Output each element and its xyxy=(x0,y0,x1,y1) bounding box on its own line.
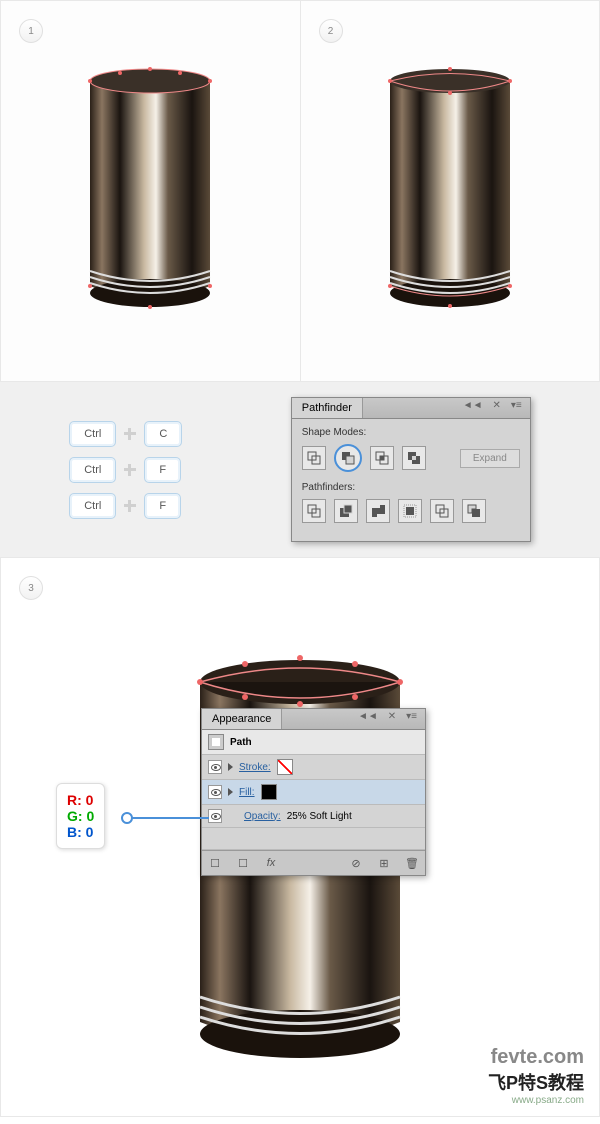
pathfinders-row xyxy=(302,499,520,523)
cylinder-step-2 xyxy=(385,61,515,321)
key-f: F xyxy=(144,493,181,519)
key-ctrl: Ctrl xyxy=(69,457,116,483)
appearance-footer: ☐ ☐ fx ⊘ ⊞ 🗑 xyxy=(202,850,425,875)
close-icon[interactable]: ✕ xyxy=(489,398,505,413)
panel-header: Pathfinder ◄◄ ✕ ▾≡ xyxy=(292,398,530,419)
stroke-row[interactable]: Stroke: xyxy=(202,755,425,780)
intersect-button[interactable] xyxy=(370,446,394,470)
fill-link[interactable]: Fill: xyxy=(239,787,255,798)
shortcuts-and-pathfinder: Ctrl C Ctrl F Ctrl F Pathfinder ◄◄ ✕ ▾≡ … xyxy=(0,382,600,557)
crop-button[interactable] xyxy=(398,499,422,523)
plus-icon xyxy=(122,498,138,514)
collapse-icon[interactable]: ◄◄ xyxy=(459,398,487,413)
clear-icon[interactable]: ⊘ xyxy=(347,855,365,871)
duplicate-icon[interactable]: ⊞ xyxy=(375,855,393,871)
merge-button[interactable] xyxy=(366,499,390,523)
step-number-1: 1 xyxy=(19,19,43,43)
step-number-3: 3 xyxy=(19,576,43,600)
opacity-row[interactable]: Opacity: 25% Soft Light xyxy=(202,805,425,828)
outline-button[interactable] xyxy=(430,499,454,523)
visibility-toggle[interactable] xyxy=(208,785,222,799)
minus-front-button[interactable] xyxy=(334,444,362,472)
plus-icon xyxy=(122,462,138,478)
delete-icon[interactable]: 🗑 xyxy=(403,855,421,871)
pathfinder-panel: Pathfinder ◄◄ ✕ ▾≡ Shape Modes: Expand P… xyxy=(291,397,531,542)
panel-controls: ◄◄ ✕ ▾≡ xyxy=(459,398,526,413)
appearance-target-row: Path xyxy=(202,730,425,755)
unite-button[interactable] xyxy=(302,446,326,470)
visibility-toggle[interactable] xyxy=(208,760,222,774)
shape-modes-label: Shape Modes: xyxy=(302,427,520,438)
panel-controls: ◄◄ ✕ ▾≡ xyxy=(354,709,421,724)
watermark-chinese: 飞P特S教程 xyxy=(488,1069,584,1095)
empty-row xyxy=(202,828,425,850)
add-stroke-icon[interactable]: ☐ xyxy=(234,855,252,871)
close-icon[interactable]: ✕ xyxy=(384,709,400,724)
shape-modes-row: Expand xyxy=(302,444,520,472)
cylinder-step-1 xyxy=(85,61,215,321)
add-fill-icon[interactable]: fx xyxy=(262,855,280,871)
key-ctrl: Ctrl xyxy=(69,421,116,447)
minus-back-button[interactable] xyxy=(462,499,486,523)
path-label: Path xyxy=(230,737,252,748)
menu-icon[interactable]: ▾≡ xyxy=(507,398,526,413)
key-c: C xyxy=(144,421,182,447)
opacity-link[interactable]: Opacity: xyxy=(244,811,281,822)
step-1-cell: 1 xyxy=(1,1,300,381)
pathfinders-label: Pathfinders: xyxy=(302,482,520,493)
step-2-cell: 2 xyxy=(300,1,600,381)
trim-button[interactable] xyxy=(334,499,358,523)
rgb-b: B: 0 xyxy=(67,824,94,840)
opacity-value: 25% Soft Light xyxy=(287,811,352,822)
step-row-1: 1 2 xyxy=(0,0,600,382)
rgb-r: R: 0 xyxy=(67,792,94,808)
key-ctrl: Ctrl xyxy=(69,493,116,519)
fill-swatch[interactable] xyxy=(261,784,277,800)
expand-icon[interactable] xyxy=(228,788,233,796)
watermark-site: fevte.com xyxy=(488,1046,584,1069)
appearance-panel: Appearance ◄◄ ✕ ▾≡ Path Stroke: Fill: xyxy=(201,708,426,876)
target-swatch xyxy=(208,734,224,750)
visibility-toggle[interactable] xyxy=(208,809,222,823)
pathfinder-tab[interactable]: Pathfinder xyxy=(292,398,363,418)
rgb-callout: R: 0 G: 0 B: 0 xyxy=(56,783,105,849)
step-number-2: 2 xyxy=(319,19,343,43)
new-art-icon[interactable]: ☐ xyxy=(206,855,224,871)
shortcut-row: Ctrl F xyxy=(69,493,182,519)
pathfinder-body: Shape Modes: Expand Pathfinders: xyxy=(292,419,530,541)
rgb-g: G: 0 xyxy=(67,808,94,824)
appearance-tab[interactable]: Appearance xyxy=(202,709,282,729)
shortcut-row: Ctrl C xyxy=(69,421,182,447)
keyboard-shortcuts: Ctrl C Ctrl F Ctrl F xyxy=(69,421,182,519)
stroke-swatch[interactable] xyxy=(277,759,293,775)
fill-row[interactable]: Fill: xyxy=(202,780,425,805)
exclude-button[interactable] xyxy=(402,446,426,470)
watermark-psanz: www.psanz.com xyxy=(488,1095,584,1106)
watermark: fevte.com 飞P特S教程 www.psanz.com xyxy=(488,1046,584,1106)
pointer-line xyxy=(119,808,209,828)
shortcut-row: Ctrl F xyxy=(69,457,182,483)
step-3-section: 3 Appearance ◄◄ ✕ ▾≡ xyxy=(0,557,600,1117)
key-f: F xyxy=(144,457,181,483)
expand-icon[interactable] xyxy=(228,763,233,771)
stroke-link[interactable]: Stroke: xyxy=(239,762,271,773)
panel-header: Appearance ◄◄ ✕ ▾≡ xyxy=(202,709,425,730)
menu-icon[interactable]: ▾≡ xyxy=(402,709,421,724)
collapse-icon[interactable]: ◄◄ xyxy=(354,709,382,724)
plus-icon xyxy=(122,426,138,442)
divide-button[interactable] xyxy=(302,499,326,523)
expand-button[interactable]: Expand xyxy=(460,449,520,468)
